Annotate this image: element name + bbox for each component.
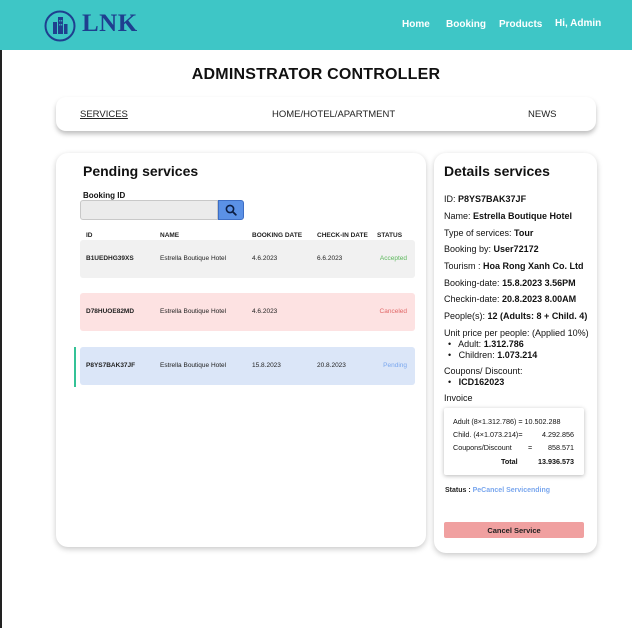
row-booking-date: 4.6.2023	[252, 308, 278, 315]
status-badge-accepted: Accepted	[379, 255, 407, 262]
detail-booked-by: Booking by: User72172	[444, 244, 539, 254]
booking-id-search-input[interactable]	[80, 200, 218, 220]
left-border	[0, 0, 2, 628]
status-badge-pending: Pending	[383, 362, 407, 369]
category-tabs: SERVICES HOME/HOTEL/APARTMENT NEWS	[56, 97, 596, 131]
detail-children-price-value: 1.073.214	[497, 350, 538, 360]
invoice-coupon-equals: =	[528, 443, 533, 452]
detail-children-price: Children: 1.073.214	[448, 350, 538, 360]
column-header-status: STATUS	[377, 232, 403, 239]
column-header-id: ID	[86, 232, 93, 239]
detail-booking-date-value: 15.8.2023 3.56PM	[502, 278, 576, 288]
invoice-total-amount: 13.936.573	[538, 457, 574, 466]
detail-people: People(s): 12 (Adults: 8 + Child. 4)	[444, 311, 588, 321]
invoice-adult-line: Adult (8×1.312.786) = 10.502.288	[453, 417, 561, 426]
invoice-box: Adult (8×1.312.786) = 10.502.288 Child. …	[444, 408, 584, 475]
booking-id-label: Booking ID	[83, 191, 126, 200]
invoice-child-formula: Child. (4×1.073.214)=	[453, 430, 523, 439]
detail-name-value: Estrella Boutique Hotel	[473, 211, 573, 221]
detail-checkin-date-value: 20.8.2023 8.00AM	[502, 294, 577, 304]
details-services-title: Details services	[444, 163, 550, 179]
selected-row-indicator	[74, 347, 76, 387]
detail-coupon-code: ICD162023	[448, 377, 505, 387]
invoice-coupon-label: Coupons/Discount	[453, 443, 512, 452]
detail-type: Type of services: Tour	[444, 228, 534, 238]
detail-id: ID: P8YS7BAK37JF	[444, 194, 527, 204]
detail-coupons-label: Coupons/ Discount:	[444, 366, 523, 376]
detail-booking-date: Booking-date: 15.8.2023 3.56PM	[444, 278, 576, 288]
brand-name[interactable]: LNK	[82, 10, 138, 38]
detail-tourism: Tourism : Hoa Rong Xanh Co. Ltd	[444, 261, 584, 271]
detail-unit-price-label: Unit price per people: (Applied 10%)	[444, 328, 589, 338]
detail-type-value: Tour	[514, 228, 534, 238]
detail-people-value: 12 (Adults: 8 + Child. 4)	[487, 311, 588, 321]
tab-services[interactable]: SERVICES	[80, 109, 128, 120]
page-title: ADMINSTRATOR CONTROLLER	[191, 66, 441, 83]
row-booking-date: 15.8.2023	[252, 362, 281, 369]
top-navigation-bar: LNK Home Booking Products Hi, Admin	[0, 0, 632, 50]
search-icon	[225, 204, 237, 216]
search-button[interactable]	[218, 200, 244, 220]
lnk-logo-icon[interactable]	[44, 10, 76, 42]
row-checkin-date: 20.8.2023	[317, 362, 346, 369]
invoice-total-label: Total	[501, 457, 518, 466]
row-checkin-date: 6.6.2023	[317, 255, 343, 262]
pending-services-panel: Pending services Booking ID ID NAME BOOK…	[56, 153, 426, 547]
detail-name: Name: Estrella Boutique Hotel	[444, 211, 573, 221]
row-id: B1UEDHG39XS	[86, 255, 134, 262]
column-header-checkin-date: CHECK-IN DATE	[317, 232, 368, 239]
detail-tourism-value: Hoa Rong Xanh Co. Ltd	[483, 261, 584, 271]
row-id: D78HUOE82MD	[86, 308, 135, 315]
details-services-panel: Details services ID: P8YS7BAK37JF Name: …	[434, 153, 597, 553]
detail-checkin-date: Checkin-date: 20.8.2023 8.00AM	[444, 294, 577, 304]
invoice-child-amount: 4.292.856	[542, 430, 574, 439]
tab-news[interactable]: NEWS	[528, 109, 557, 120]
column-header-booking-date: BOOKING DATE	[252, 232, 303, 239]
row-booking-date: 4.6.2023	[252, 255, 278, 262]
pending-services-title: Pending services	[83, 163, 199, 179]
row-name: Estrella Boutique Hotel	[160, 255, 227, 262]
nav-home-link[interactable]: Home	[402, 19, 430, 30]
table-row-selected[interactable]: P8YS7BAK37JF Estrella Boutique Hotel 15.…	[80, 347, 415, 385]
invoice-coupon-amount: 858.571	[548, 443, 574, 452]
detail-booked-by-value: User72172	[493, 244, 539, 254]
cancel-service-button[interactable]: Cancel Service	[444, 522, 584, 538]
invoice-label: Invoice	[444, 393, 473, 403]
status-badge-canceled: Canceled	[379, 308, 407, 315]
detail-adult-price-value: 1.312.786	[483, 339, 524, 349]
status-label: Status :	[445, 487, 471, 494]
row-name: Estrella Boutique Hotel	[160, 362, 227, 369]
row-id: P8YS7BAK37JF	[86, 362, 136, 369]
nav-products-link[interactable]: Products	[499, 19, 542, 30]
nav-booking-link[interactable]: Booking	[446, 19, 486, 30]
table-row[interactable]: B1UEDHG39XS Estrella Boutique Hotel 4.6.…	[80, 240, 415, 278]
tab-home-hotel-apartment[interactable]: HOME/HOTEL/APARTMENT	[272, 109, 395, 120]
detail-id-value: P8YS7BAK37JF	[458, 194, 527, 204]
user-greeting[interactable]: Hi, Admin	[555, 18, 601, 29]
table-row[interactable]: D78HUOE82MD Estrella Boutique Hotel 4.6.…	[80, 293, 415, 331]
row-name: Estrella Boutique Hotel	[160, 308, 227, 315]
detail-adult-price: Adult: 1.312.786	[448, 339, 524, 349]
column-header-name: NAME	[160, 232, 180, 239]
detail-status: Status : PeCancel Servicending	[445, 487, 550, 494]
status-value: PeCancel Servicending	[472, 487, 551, 494]
